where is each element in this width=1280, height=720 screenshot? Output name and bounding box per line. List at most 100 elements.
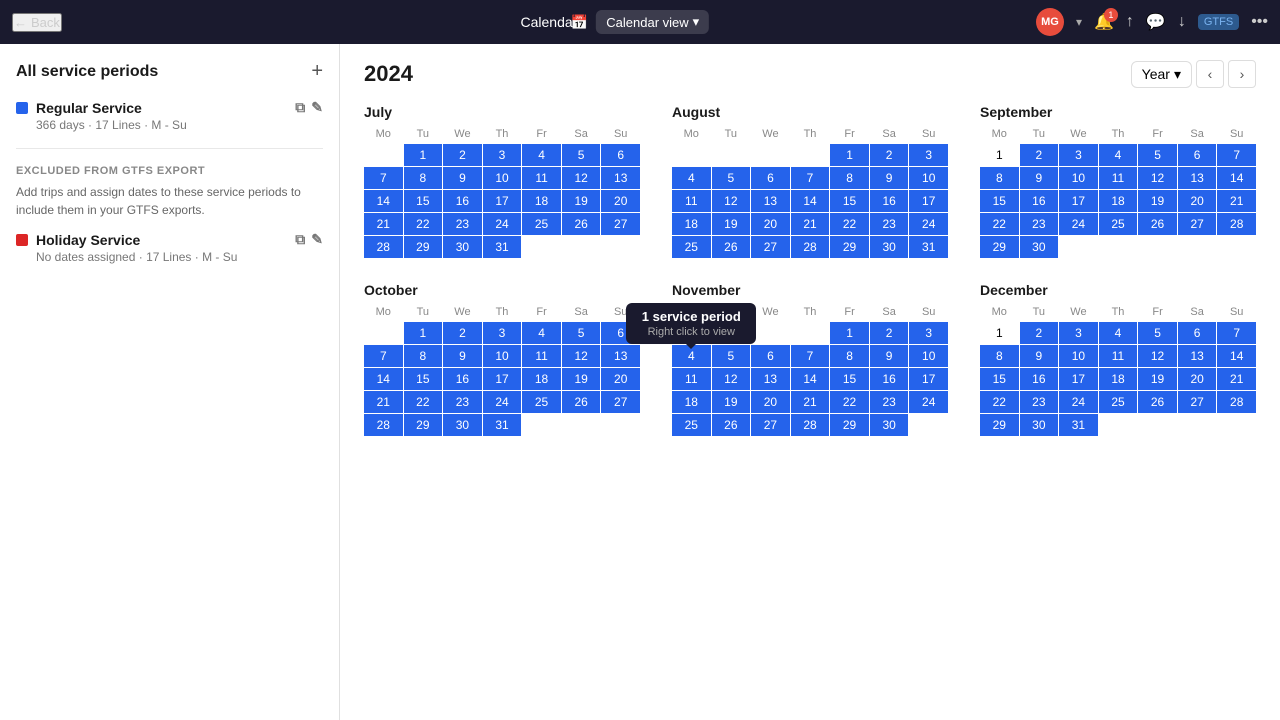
- more-options-icon[interactable]: •••: [1251, 13, 1268, 31]
- day-cell[interactable]: 12: [1138, 345, 1177, 367]
- day-cell[interactable]: 29: [404, 414, 443, 436]
- day-cell[interactable]: 13: [601, 345, 640, 367]
- day-cell[interactable]: 26: [712, 236, 751, 258]
- day-cell[interactable]: 30: [870, 236, 909, 258]
- day-cell[interactable]: 31: [1059, 414, 1098, 436]
- day-cell[interactable]: 22: [404, 213, 443, 235]
- day-cell[interactable]: 2: [870, 322, 909, 344]
- day-cell[interactable]: 6: [1178, 322, 1217, 344]
- day-cell[interactable]: 8: [404, 345, 443, 367]
- day-cell[interactable]: 12: [562, 345, 601, 367]
- day-cell[interactable]: 22: [980, 391, 1019, 413]
- day-cell[interactable]: 7: [791, 167, 830, 189]
- day-cell[interactable]: 11: [522, 345, 561, 367]
- day-cell[interactable]: 5: [562, 322, 601, 344]
- day-cell[interactable]: 25: [672, 236, 711, 258]
- day-cell[interactable]: 14: [791, 368, 830, 390]
- day-cell[interactable]: 13: [601, 167, 640, 189]
- day-cell[interactable]: 15: [830, 190, 869, 212]
- day-cell[interactable]: 9: [870, 167, 909, 189]
- day-cell[interactable]: 5: [1138, 144, 1177, 166]
- day-cell[interactable]: 16: [870, 368, 909, 390]
- day-cell[interactable]: 3: [483, 144, 522, 166]
- day-cell[interactable]: 8: [830, 345, 869, 367]
- holiday-service-edit-icon[interactable]: ✎: [311, 231, 323, 248]
- day-cell[interactable]: 9: [870, 345, 909, 367]
- day-cell[interactable]: 7: [364, 167, 403, 189]
- day-cell[interactable]: 21: [791, 391, 830, 413]
- day-cell[interactable]: 2: [1020, 144, 1059, 166]
- day-cell[interactable]: 22: [830, 391, 869, 413]
- day-cell[interactable]: 11: [672, 368, 711, 390]
- day-cell[interactable]: 23: [1020, 391, 1059, 413]
- day-cell[interactable]: 9: [443, 167, 482, 189]
- day-cell[interactable]: 30: [443, 414, 482, 436]
- day-cell[interactable]: 21: [1217, 190, 1256, 212]
- day-cell[interactable]: 17: [483, 368, 522, 390]
- day-cell[interactable]: 8: [980, 167, 1019, 189]
- day-cell[interactable]: 7: [1217, 322, 1256, 344]
- day-cell[interactable]: 23: [870, 213, 909, 235]
- day-cell[interactable]: 27: [1178, 213, 1217, 235]
- day-cell[interactable]: 29: [830, 414, 869, 436]
- holiday-service-copy-icon[interactable]: ⧉: [295, 231, 305, 248]
- day-cell[interactable]: 18: [672, 391, 711, 413]
- day-cell[interactable]: 1: [404, 322, 443, 344]
- day-cell[interactable]: 4: [672, 167, 711, 189]
- day-cell[interactable]: 2: [443, 144, 482, 166]
- day-cell[interactable]: 11: [1099, 167, 1138, 189]
- day-cell[interactable]: 9: [443, 345, 482, 367]
- day-cell[interactable]: 30: [1020, 236, 1059, 258]
- day-cell[interactable]: 30: [870, 414, 909, 436]
- day-cell[interactable]: 24: [909, 213, 948, 235]
- day-cell[interactable]: 10: [1059, 345, 1098, 367]
- day-cell[interactable]: 18: [522, 190, 561, 212]
- day-cell[interactable]: 16: [443, 368, 482, 390]
- day-cell[interactable]: 27: [751, 236, 790, 258]
- day-cell[interactable]: 21: [791, 213, 830, 235]
- day-cell[interactable]: 13: [1178, 167, 1217, 189]
- upload-icon[interactable]: ↑: [1126, 13, 1134, 31]
- prev-year-button[interactable]: ‹: [1196, 60, 1224, 88]
- day-cell[interactable]: 13: [751, 368, 790, 390]
- regular-service-edit-icon[interactable]: ✎: [311, 99, 323, 116]
- day-cell[interactable]: 25: [522, 391, 561, 413]
- day-cell[interactable]: 19: [712, 391, 751, 413]
- day-cell[interactable]: 26: [1138, 213, 1177, 235]
- day-cell[interactable]: 22: [830, 213, 869, 235]
- day-cell[interactable]: 3: [909, 144, 948, 166]
- day-cell[interactable]: 5: [562, 144, 601, 166]
- day-cell[interactable]: 16: [443, 190, 482, 212]
- day-cell[interactable]: 26: [562, 391, 601, 413]
- day-cell[interactable]: 18: [1099, 190, 1138, 212]
- day-cell[interactable]: 1: [980, 144, 1019, 166]
- day-cell[interactable]: 28: [1217, 213, 1256, 235]
- day-cell[interactable]: 14: [1217, 345, 1256, 367]
- day-cell[interactable]: 7: [1217, 144, 1256, 166]
- day-cell[interactable]: 7: [364, 345, 403, 367]
- day-cell[interactable]: 31: [483, 414, 522, 436]
- day-cell[interactable]: 19: [1138, 190, 1177, 212]
- day-cell[interactable]: 23: [443, 391, 482, 413]
- day-cell[interactable]: 20: [1178, 368, 1217, 390]
- day-cell[interactable]: 4: [1099, 144, 1138, 166]
- day-cell[interactable]: 14: [364, 368, 403, 390]
- day-cell[interactable]: 10: [483, 167, 522, 189]
- day-cell[interactable]: 18: [522, 368, 561, 390]
- day-cell[interactable]: 19: [562, 368, 601, 390]
- day-cell[interactable]: 24: [1059, 391, 1098, 413]
- day-cell[interactable]: 11: [1099, 345, 1138, 367]
- day-cell[interactable]: 12: [712, 190, 751, 212]
- day-cell[interactable]: 11: [522, 167, 561, 189]
- day-cell[interactable]: 25: [1099, 391, 1138, 413]
- day-cell[interactable]: 20: [751, 213, 790, 235]
- day-cell[interactable]: 6: [751, 345, 790, 367]
- day-cell[interactable]: 24: [1059, 213, 1098, 235]
- notifications-icon[interactable]: 🔔1: [1094, 12, 1114, 32]
- day-cell[interactable]: 26: [1138, 391, 1177, 413]
- day-cell[interactable]: 28: [364, 414, 403, 436]
- day-cell[interactable]: 14: [364, 190, 403, 212]
- day-cell[interactable]: 10: [909, 345, 948, 367]
- day-cell[interactable]: 8: [980, 345, 1019, 367]
- day-cell[interactable]: 14: [791, 190, 830, 212]
